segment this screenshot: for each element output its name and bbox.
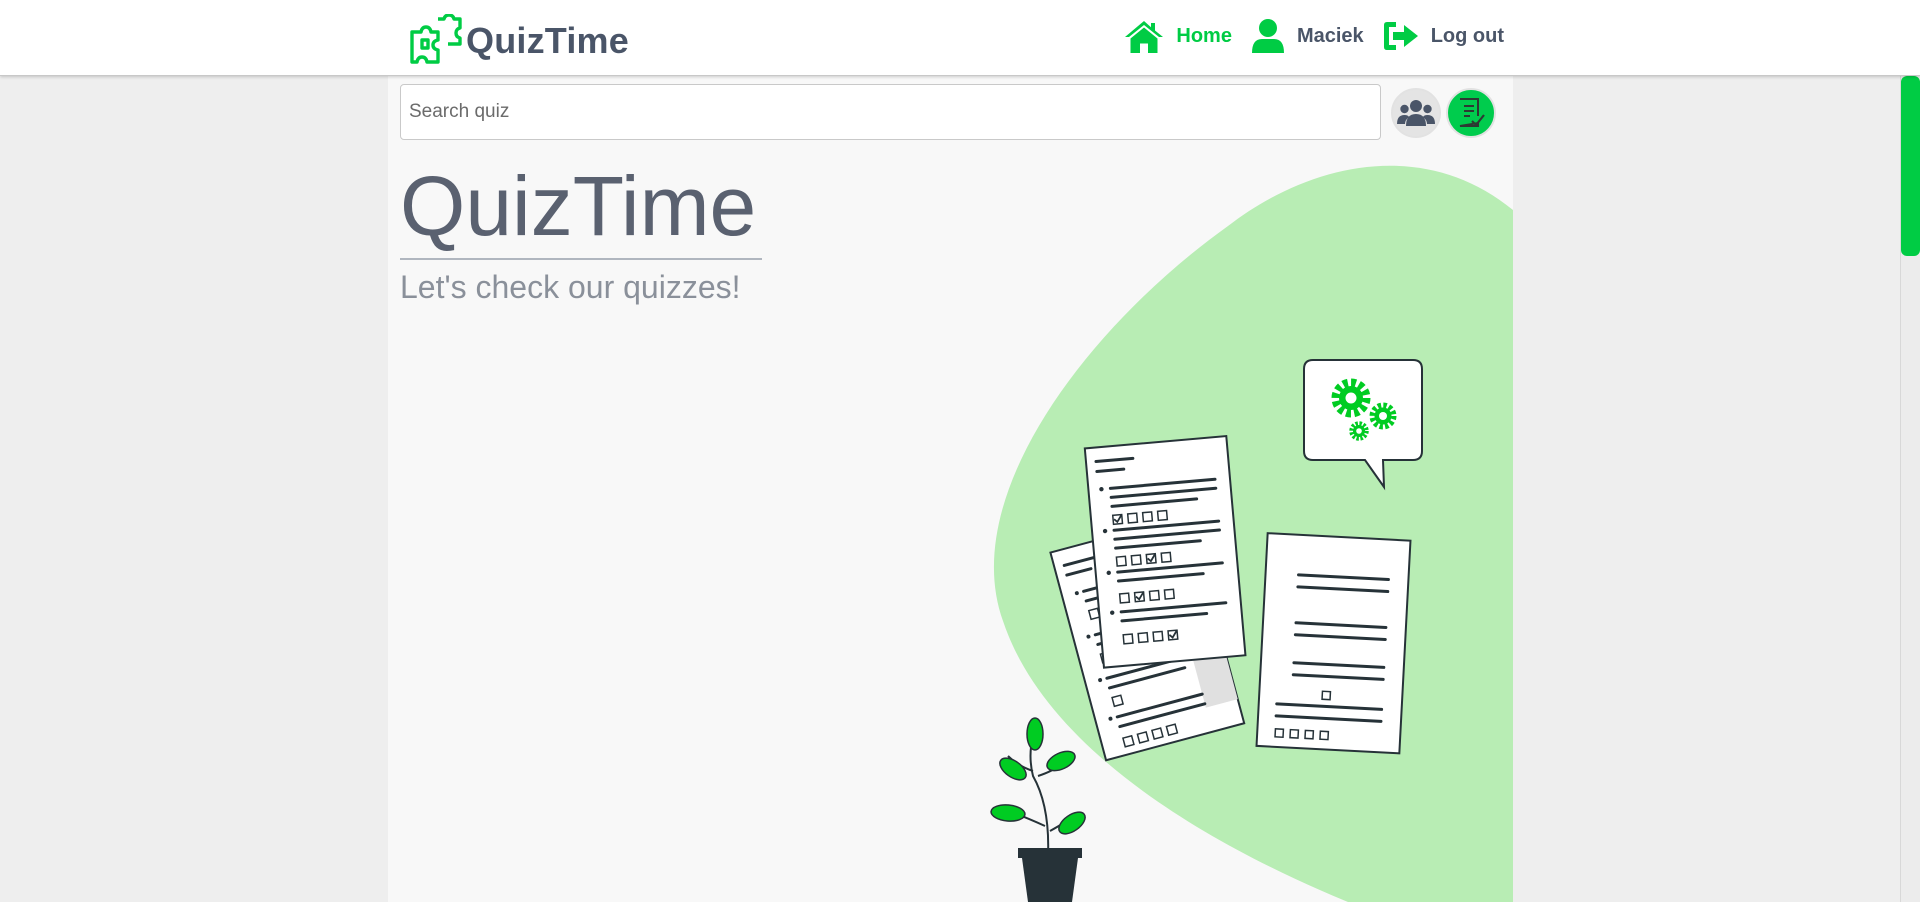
gear-icon-small [1349, 421, 1369, 441]
hero-subtitle: Let's check our quizzes! [400, 269, 741, 305]
main-content: QuizTime Let's check our quizzes! [388, 76, 1513, 902]
navbar: QuizTime Home Maciek Log out [0, 0, 1920, 76]
quiz-list-icon [1459, 98, 1485, 127]
green-blob [993, 165, 1513, 902]
users-icon [1397, 100, 1435, 126]
quiz-paper-center [1083, 435, 1247, 669]
nav-home-link[interactable]: Home [1124, 19, 1232, 54]
brand-name: QuizTime [466, 20, 629, 61]
nav-links: Home Maciek Log out [1105, 18, 1504, 54]
title-divider [400, 258, 762, 260]
gear-icon-large [1331, 378, 1371, 418]
nav-home-label: Home [1176, 24, 1232, 47]
brand-link[interactable]: QuizTime [408, 14, 629, 68]
plant-pot [990, 717, 1086, 902]
search-input[interactable] [400, 84, 1381, 140]
home-icon [1125, 20, 1164, 53]
quiz-list-button[interactable] [1446, 88, 1496, 138]
quiz-paper-right [1255, 532, 1412, 755]
puzzle-icon [410, 14, 462, 64]
scrollbar-thumb[interactable] [1901, 76, 1920, 256]
nav-user-label: Maciek [1296, 24, 1364, 47]
logout-icon [1383, 22, 1418, 50]
nav-logout-link[interactable]: Log out [1383, 21, 1504, 51]
users-button[interactable] [1391, 88, 1441, 138]
gear-icon-medium [1369, 402, 1397, 430]
hero-title: QuizTime [400, 159, 757, 253]
nav-user-link[interactable]: Maciek [1251, 18, 1364, 54]
nav-logout-label: Log out [1430, 24, 1504, 47]
user-icon [1251, 19, 1284, 53]
